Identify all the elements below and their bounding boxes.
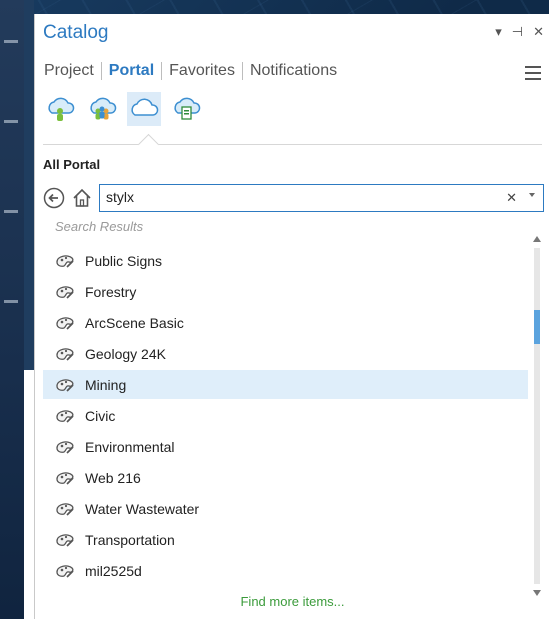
catalog-pane: Catalog ▾ ⊣ ✕ Project Portal Favorites N… xyxy=(34,14,549,619)
style-palette-icon xyxy=(56,378,74,392)
chevron-down-icon[interactable] xyxy=(529,193,535,197)
tab-portal[interactable]: Portal xyxy=(102,62,161,80)
window-controls: ▾ ⊣ ✕ xyxy=(495,24,544,40)
style-palette-icon xyxy=(56,316,74,330)
list-item[interactable]: Public Signs xyxy=(43,246,528,275)
pane-title: Catalog xyxy=(43,22,109,43)
results-scrollbar[interactable] xyxy=(530,236,544,596)
list-item-label: Environmental xyxy=(85,438,175,455)
list-item-label: mil2525d xyxy=(85,562,142,579)
search-input[interactable] xyxy=(106,189,486,205)
list-item[interactable]: ArcScene Basic xyxy=(43,308,528,337)
my-content-icon[interactable] xyxy=(43,92,77,126)
active-source-caret xyxy=(137,133,160,156)
style-palette-icon xyxy=(56,285,74,299)
list-item-label: Transportation xyxy=(85,531,175,548)
list-item[interactable]: Civic xyxy=(43,401,528,430)
style-palette-icon xyxy=(56,502,74,516)
style-palette-icon xyxy=(56,409,74,423)
tab-project[interactable]: Project xyxy=(44,62,101,80)
style-palette-icon xyxy=(56,440,74,454)
home-icon[interactable] xyxy=(71,187,93,209)
dropdown-overhang xyxy=(24,370,34,619)
all-portal-icon[interactable] xyxy=(127,92,161,126)
search-field[interactable]: ✕ xyxy=(99,184,544,212)
groups-icon[interactable] xyxy=(85,92,119,126)
hamburger-menu-icon[interactable] xyxy=(525,66,541,84)
scroll-track[interactable] xyxy=(534,248,540,584)
tab-notifications[interactable]: Notifications xyxy=(243,62,344,80)
results-heading: Search Results xyxy=(55,219,144,234)
list-item[interactable]: Web 216 xyxy=(43,463,528,492)
clear-search-icon[interactable]: ✕ xyxy=(506,190,517,206)
list-item[interactable]: Geology 24K xyxy=(43,339,528,368)
style-palette-icon xyxy=(56,564,74,578)
close-button[interactable]: ✕ xyxy=(533,24,544,40)
pin-button[interactable]: ⊣ xyxy=(512,24,523,40)
list-item[interactable]: mil2525d xyxy=(43,556,528,585)
pane-header: Catalog ▾ ⊣ ✕ xyxy=(43,22,549,48)
list-item-label: Web 216 xyxy=(85,469,141,486)
list-item-label: ArcScene Basic xyxy=(85,314,184,331)
list-item-label: Forestry xyxy=(85,283,137,300)
source-divider xyxy=(43,144,542,145)
list-item-label: Geology 24K xyxy=(85,345,166,362)
list-item-label: Water Wastewater xyxy=(85,500,200,517)
back-arrow-icon[interactable] xyxy=(43,187,65,209)
scroll-thumb[interactable] xyxy=(534,310,540,344)
search-bar: ✕ xyxy=(43,184,544,212)
list-item-label: Mining xyxy=(85,376,127,393)
pane-menu-button[interactable]: ▾ xyxy=(495,24,502,40)
style-palette-icon xyxy=(56,533,74,547)
tab-favorites[interactable]: Favorites xyxy=(162,62,242,80)
list-item[interactable]: Forestry xyxy=(43,277,528,306)
dock-gap xyxy=(24,0,34,370)
style-palette-icon xyxy=(56,254,74,268)
list-item[interactable]: Environmental xyxy=(43,432,528,461)
style-palette-icon xyxy=(56,347,74,361)
results-list: Public Signs Forestry ArcScene Basic Geo… xyxy=(43,246,528,592)
portal-source-bar xyxy=(43,92,203,126)
list-item[interactable]: Water Wastewater xyxy=(43,494,528,523)
scroll-up-arrow-icon[interactable] xyxy=(533,236,541,242)
style-palette-icon xyxy=(56,471,74,485)
catalog-tabs: Project Portal Favorites Notifications xyxy=(44,62,344,80)
list-item-label: Public Signs xyxy=(85,252,163,269)
list-item-label: Civic xyxy=(85,407,116,424)
list-item[interactable]: Transportation xyxy=(43,525,528,554)
section-heading: All Portal xyxy=(43,157,101,172)
living-atlas-icon[interactable] xyxy=(169,92,203,126)
list-item-selected[interactable]: Mining xyxy=(43,370,528,399)
find-more-link[interactable]: Find more items... xyxy=(35,594,549,609)
map-edge-strip xyxy=(0,0,24,619)
